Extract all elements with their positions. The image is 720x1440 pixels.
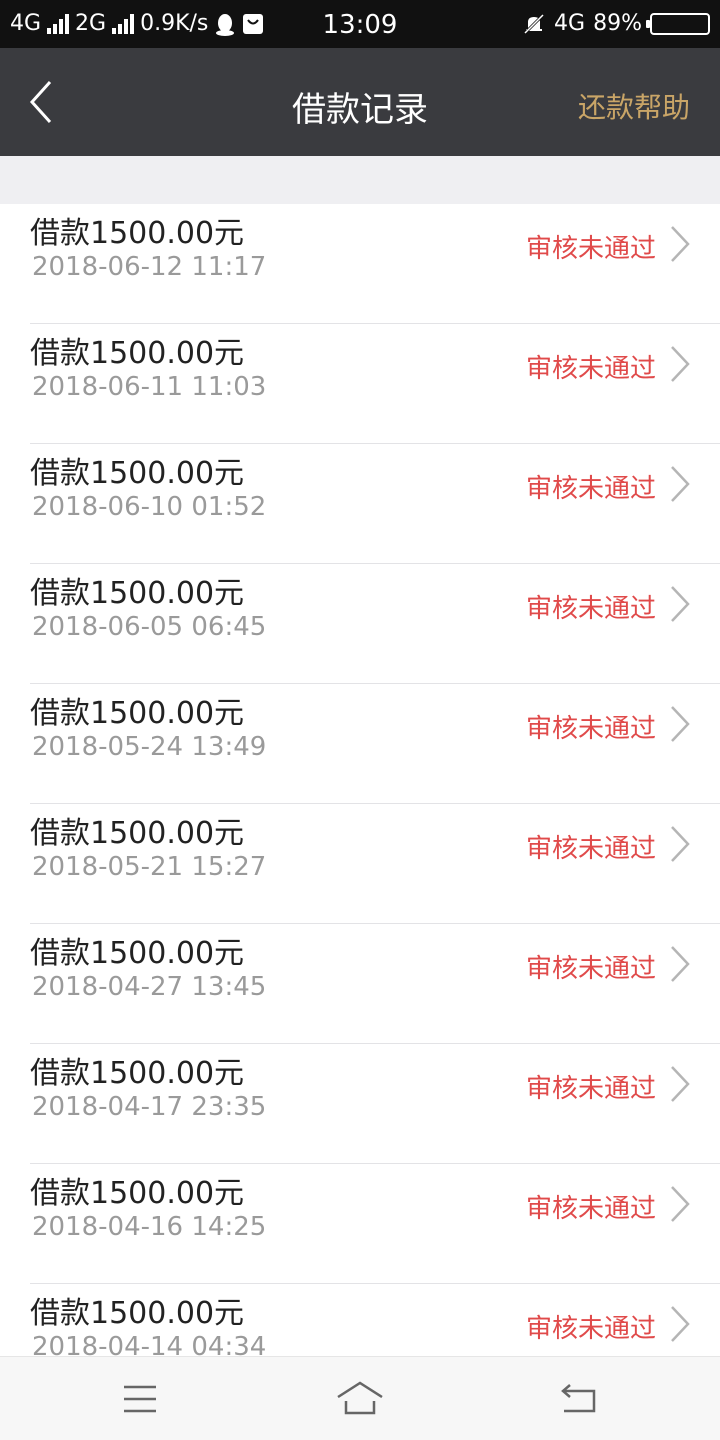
chevron-right-icon (671, 466, 690, 502)
review-status: 审核未通过 (525, 714, 656, 744)
network-type-3: 4G (554, 11, 586, 36)
back-nav-button[interactable] (550, 1377, 610, 1421)
loan-record-row[interactable]: 借款1500.00元 2018-04-17 23:35 审核未通过 (0, 1044, 720, 1164)
menu-button[interactable] (110, 1377, 170, 1421)
chevron-left-icon (29, 80, 52, 124)
status-left: 4G 2G 0.9K/s (10, 11, 264, 36)
loan-amount: 借款1500.00元 (30, 216, 245, 251)
review-status: 审核未通过 (525, 1314, 656, 1344)
qq-icon (216, 13, 235, 36)
return-icon (561, 1384, 596, 1413)
signal-icon (47, 13, 70, 34)
review-status: 审核未通过 (525, 954, 656, 984)
chevron-right-icon (671, 586, 690, 622)
shopping-bag-icon (243, 13, 264, 34)
loan-time: 2018-04-27 13:45 (32, 972, 267, 1002)
section-gap (0, 156, 720, 204)
status-right: 4G 89% (522, 11, 710, 36)
loan-amount: 借款1500.00元 (30, 936, 245, 971)
loan-time: 2018-05-21 15:27 (32, 852, 267, 882)
loan-time: 2018-06-10 01:52 (32, 492, 267, 522)
chevron-right-icon (671, 1186, 690, 1222)
loan-time: 2018-06-05 06:45 (32, 612, 267, 642)
loan-time: 2018-06-12 11:17 (32, 252, 267, 282)
chevron-right-icon (671, 706, 690, 742)
review-status: 审核未通过 (525, 1074, 656, 1104)
loan-amount: 借款1500.00元 (30, 816, 245, 851)
loan-time: 2018-04-17 23:35 (32, 1092, 267, 1122)
system-nav-bar (0, 1356, 720, 1440)
network-type-1: 4G (10, 11, 42, 36)
review-status: 审核未通过 (525, 474, 656, 504)
review-status: 审核未通过 (525, 234, 656, 264)
chevron-right-icon (671, 1066, 690, 1102)
loan-record-row[interactable]: 借款1500.00元 2018-05-21 15:27 审核未通过 (0, 804, 720, 924)
loan-record-row[interactable]: 借款1500.00元 2018-04-27 13:45 审核未通过 (0, 924, 720, 1044)
loan-record-row[interactable]: 借款1500.00元 2018-04-14 04:34 审核未通过 (0, 1284, 720, 1356)
chevron-right-icon (671, 226, 690, 262)
header-bar: 借款记录 还款帮助 (0, 48, 720, 156)
mute-bell-icon (523, 13, 545, 34)
loan-record-list[interactable]: 借款1500.00元 2018-06-12 11:17 审核未通过 借款1500… (0, 204, 720, 1356)
loan-record-row[interactable]: 借款1500.00元 2018-04-16 14:25 审核未通过 (0, 1164, 720, 1284)
loan-amount: 借款1500.00元 (30, 1296, 245, 1331)
battery-icon (646, 12, 710, 35)
loan-time: 2018-04-16 14:25 (32, 1212, 267, 1242)
review-status: 审核未通过 (525, 594, 656, 624)
loan-record-row[interactable]: 借款1500.00元 2018-06-12 11:17 审核未通过 (0, 204, 720, 324)
loan-time: 2018-06-11 11:03 (32, 372, 267, 402)
network-speed: 0.9K/s (140, 11, 209, 36)
battery-percent: 89% (593, 11, 642, 36)
chevron-right-icon (671, 826, 690, 862)
menu-icon (124, 1385, 156, 1413)
network-type-2: 2G (75, 11, 107, 36)
loan-time: 2018-05-24 13:49 (32, 732, 267, 762)
loan-amount: 借款1500.00元 (30, 1176, 245, 1211)
signal-icon (112, 13, 135, 34)
home-button[interactable] (330, 1377, 390, 1421)
status-bar: 4G 2G 0.9K/s 13:09 4G 89% (0, 0, 720, 48)
chevron-right-icon (671, 346, 690, 382)
review-status: 审核未通过 (525, 834, 656, 864)
loan-time: 2018-04-14 04:34 (32, 1332, 267, 1356)
loan-amount: 借款1500.00元 (30, 1056, 245, 1091)
loan-record-row[interactable]: 借款1500.00元 2018-06-11 11:03 审核未通过 (0, 324, 720, 444)
home-icon (337, 1381, 383, 1415)
repayment-help-link[interactable]: 还款帮助 (578, 86, 690, 126)
loan-amount: 借款1500.00元 (30, 576, 245, 611)
loan-record-row[interactable]: 借款1500.00元 2018-05-24 13:49 审核未通过 (0, 684, 720, 804)
loan-amount: 借款1500.00元 (30, 696, 245, 731)
chevron-right-icon (671, 1306, 690, 1342)
loan-amount: 借款1500.00元 (30, 336, 245, 371)
back-button[interactable] (20, 76, 68, 128)
loan-amount: 借款1500.00元 (30, 456, 245, 491)
loan-record-row[interactable]: 借款1500.00元 2018-06-05 06:45 审核未通过 (0, 564, 720, 684)
chevron-right-icon (671, 946, 690, 982)
review-status: 审核未通过 (525, 1194, 656, 1224)
loan-record-row[interactable]: 借款1500.00元 2018-06-10 01:52 审核未通过 (0, 444, 720, 564)
review-status: 审核未通过 (525, 354, 656, 384)
